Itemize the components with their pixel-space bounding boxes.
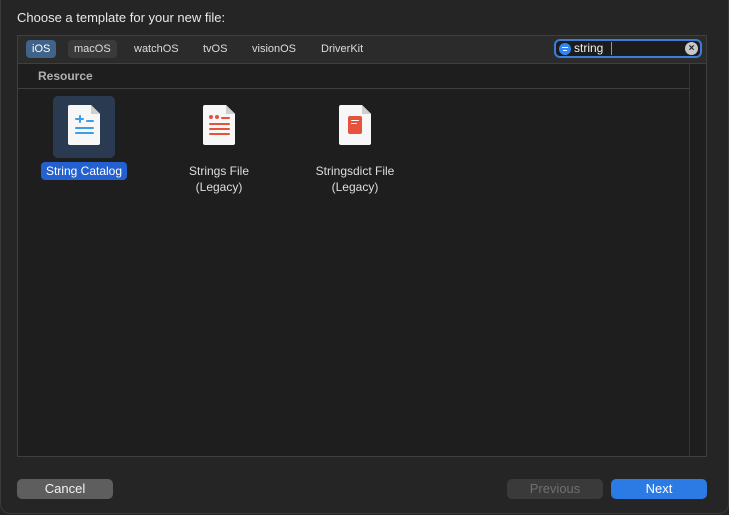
template-label: Stringsdict File (Legacy)	[315, 164, 395, 194]
tab-ios[interactable]: iOS	[26, 40, 57, 58]
clear-icon[interactable]: ×	[685, 42, 698, 55]
tab-driverkit[interactable]: DriverKit	[315, 40, 369, 58]
book-glyph	[348, 116, 362, 134]
template-string-catalog[interactable]: String Catalog	[25, 96, 143, 180]
tile-icon-box	[53, 96, 115, 158]
section-header: Resource	[18, 64, 690, 89]
previous-button[interactable]: Previous	[507, 479, 603, 499]
glyph-line	[209, 128, 230, 130]
template-label: Strings File (Legacy)	[188, 164, 250, 194]
search-field[interactable]: ×	[554, 39, 702, 58]
glyph-line	[79, 115, 81, 123]
glyph-line	[209, 133, 230, 135]
template-panel: iOS macOS watchOS tvOS visionOS DriverKi…	[17, 35, 707, 457]
tab-tvos[interactable]: tvOS	[197, 40, 233, 58]
scrollbar[interactable]	[689, 64, 706, 456]
glyph-line	[351, 123, 357, 124]
glyph-line	[209, 123, 230, 125]
template-strings-file[interactable]: Strings File (Legacy)	[160, 96, 278, 196]
doc-fold	[91, 105, 100, 114]
glyph-line	[75, 127, 94, 129]
tab-watchos[interactable]: watchOS	[128, 40, 185, 58]
section-title: Resource	[38, 69, 93, 83]
glyph-line	[221, 117, 230, 119]
platform-toolbar: iOS macOS watchOS tvOS visionOS DriverKi…	[18, 36, 706, 64]
quote-glyph	[209, 115, 213, 119]
tile-icon-box	[188, 96, 250, 158]
tile-icon-box	[324, 96, 386, 158]
filter-icon	[559, 43, 571, 55]
glyph-line	[351, 120, 359, 121]
template-stringsdict-file[interactable]: Stringsdict File (Legacy)	[296, 96, 414, 196]
quote-glyph	[215, 115, 219, 119]
text-caret	[611, 42, 612, 55]
search-input[interactable]	[574, 41, 682, 56]
template-label: String Catalog	[40, 162, 128, 180]
cancel-button[interactable]: Cancel	[17, 479, 113, 499]
tab-visionos[interactable]: visionOS	[246, 40, 302, 58]
glyph-line	[75, 132, 94, 134]
dialog-title: Choose a template for your new file:	[17, 10, 226, 25]
next-button[interactable]: Next	[611, 479, 707, 499]
glyph-line	[86, 120, 94, 122]
tab-macos[interactable]: macOS	[68, 40, 117, 58]
